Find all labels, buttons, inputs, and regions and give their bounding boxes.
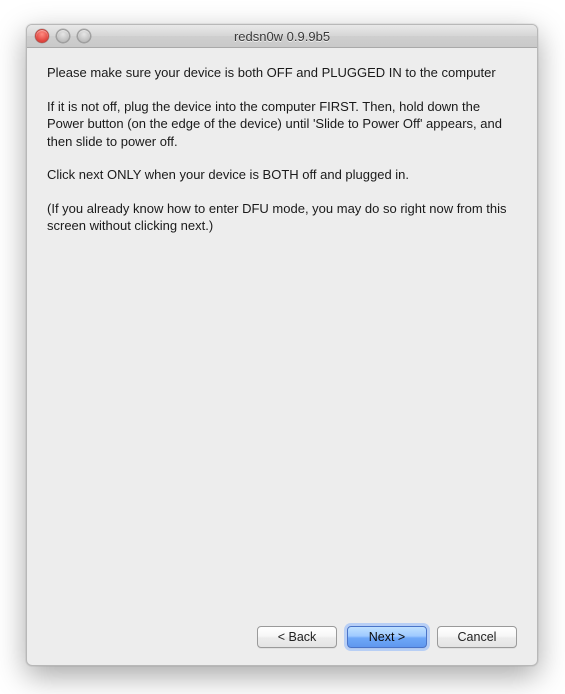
instruction-text: Click next ONLY when your device is BOTH… <box>47 166 517 184</box>
next-button[interactable]: Next > <box>347 626 427 648</box>
button-bar: < Back Next > Cancel <box>27 609 537 665</box>
cancel-button[interactable]: Cancel <box>437 626 517 648</box>
titlebar[interactable]: redsn0w 0.9.9b5 <box>27 25 537 48</box>
window-title: redsn0w 0.9.9b5 <box>234 29 330 44</box>
instruction-text: Please make sure your device is both OFF… <box>47 64 517 82</box>
content-area: Please make sure your device is both OFF… <box>27 48 537 609</box>
close-icon[interactable] <box>35 29 49 43</box>
instruction-text: (If you already know how to enter DFU mo… <box>47 200 517 235</box>
instruction-text: If it is not off, plug the device into t… <box>47 98 517 151</box>
minimize-icon[interactable] <box>56 29 70 43</box>
window-controls <box>35 29 91 43</box>
app-window: redsn0w 0.9.9b5 Please make sure your de… <box>26 24 538 666</box>
zoom-icon[interactable] <box>77 29 91 43</box>
back-button[interactable]: < Back <box>257 626 337 648</box>
